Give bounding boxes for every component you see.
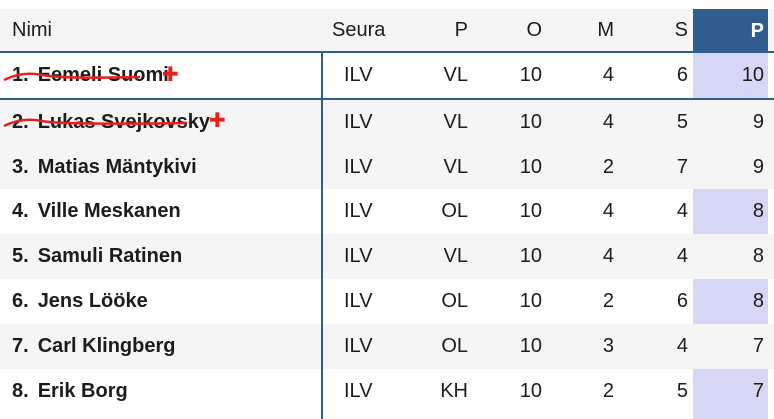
club-cell: ILV [344, 200, 373, 222]
table-row[interactable]: 8. Erik Borg ILV KH 10 2 5 7 [0, 369, 774, 414]
points-cell: 9 [752, 155, 764, 178]
player-name-text: Eemeli Suomi [37, 64, 169, 86]
rank-number: 8. [12, 380, 29, 402]
club-cell: ILV [344, 155, 373, 178]
games-cell: 10 [519, 380, 542, 402]
assists-cell: 5 [676, 380, 688, 402]
table-row[interactable]: 6. Jens Lööke ILV OL 10 2 6 8 [0, 279, 774, 324]
goals-cell: 2 [602, 155, 614, 178]
position-cell: VL [443, 64, 468, 86]
club-cell: ILV [344, 64, 373, 86]
games-cell: 10 [519, 245, 542, 267]
goals-cell: 4 [602, 64, 614, 86]
player-name-text: Samuli Ratinen [37, 245, 183, 267]
position-cell: VL [443, 245, 468, 267]
player-name-text: Carl Klingberg [37, 335, 176, 357]
table-row[interactable]: 1. Eemeli Suomi ILV VL 10 4 6 10 [0, 53, 774, 100]
games-cell: 10 [519, 290, 542, 312]
assists-cell: 4 [676, 335, 688, 357]
rank-number: 7. [12, 335, 29, 357]
goals-cell: 4 [602, 245, 614, 267]
top-strip [0, 0, 774, 9]
points-cell: 7 [752, 380, 764, 402]
table-row[interactable]: 4. Ville Meskanen ILV OL 10 4 4 8 [0, 189, 774, 234]
games-cell: 10 [519, 64, 542, 86]
table-row[interactable]: 5. Samuli Ratinen ILV VL 10 4 4 8 [0, 234, 774, 279]
rank-number: 5. [12, 245, 29, 267]
table-row[interactable]: 3. Matias Mäntykivi ILV VL 10 2 7 9 [0, 145, 774, 189]
goals-cell: 4 [602, 111, 614, 133]
club-cell: ILV [344, 245, 373, 267]
stats-table: Nimi Seura P O M S P 1. Eemeli Suomi ILV VL… [0, 0, 774, 419]
games-cell: 10 [519, 155, 542, 178]
points-cell: 9 [752, 111, 764, 133]
player-name[interactable]: 4. Ville Meskanen [12, 189, 181, 234]
assists-cell: 4 [676, 245, 688, 267]
position-cell: OL [441, 290, 468, 312]
games-cell: 10 [519, 111, 542, 133]
player-name-text: Jens Lööke [37, 290, 148, 312]
player-name[interactable]: 6. Jens Lööke [12, 279, 148, 324]
goals-cell: 4 [602, 200, 614, 222]
rank-number: 6. [12, 290, 29, 312]
player-name[interactable]: 7. Carl Klingberg [12, 324, 175, 369]
player-name[interactable]: 3. Matias Mäntykivi [12, 145, 197, 189]
column-separator [321, 53, 323, 419]
club-cell: ILV [344, 335, 373, 357]
position-cell: OL [441, 335, 468, 357]
goals-cell: 3 [602, 335, 614, 357]
player-name-text: Lukas Svejkovsky [37, 111, 211, 133]
red-cross-icon: ✚ [162, 63, 179, 86]
position-cell: VL [443, 111, 468, 133]
club-cell: ILV [344, 380, 373, 402]
header-points-layer: P [0, 9, 774, 53]
rank-number: 3. [12, 155, 29, 178]
goals-cell: 2 [602, 380, 614, 402]
points-cell: 8 [752, 290, 764, 312]
points-cell: 8 [752, 245, 764, 267]
assists-cell: 5 [676, 111, 688, 133]
rank-number: 2. [12, 111, 29, 133]
games-cell: 10 [519, 200, 542, 222]
assists-cell: 6 [676, 290, 688, 312]
table-row[interactable]: 2. Lukas Svejkovsky ILV VL 10 4 5 9 [0, 100, 774, 145]
player-name[interactable]: 1. Eemeli Suomi [12, 53, 169, 98]
points-cell: 10 [741, 64, 764, 86]
player-name[interactable]: 2. Lukas Svejkovsky [12, 100, 210, 145]
player-name[interactable]: 8. Erik Borg [12, 369, 128, 414]
player-name-text: Ville Meskanen [37, 200, 181, 222]
points-cell: 7 [752, 335, 764, 357]
position-cell: KH [440, 380, 468, 402]
rank-number: 4. [12, 200, 29, 222]
club-cell: ILV [344, 111, 373, 133]
assists-cell: 4 [676, 200, 688, 222]
player-name-text: Erik Borg [37, 380, 128, 402]
assists-cell: 6 [676, 64, 688, 86]
assists-cell: 7 [676, 155, 688, 178]
goals-cell: 2 [602, 290, 614, 312]
player-name[interactable]: 5. Samuli Ratinen [12, 234, 182, 279]
header-points[interactable]: P [696, 9, 764, 53]
rank-number: 1. [12, 64, 29, 86]
table-row[interactable]: 7. Carl Klingberg ILV OL 10 3 4 7 [0, 324, 774, 369]
position-cell: OL [441, 200, 468, 222]
position-cell: VL [443, 155, 468, 178]
games-cell: 10 [519, 335, 542, 357]
points-cell: 8 [752, 200, 764, 222]
red-cross-icon: ✚ [209, 109, 226, 132]
club-cell: ILV [344, 290, 373, 312]
player-name-text: Matias Mäntykivi [37, 155, 197, 178]
